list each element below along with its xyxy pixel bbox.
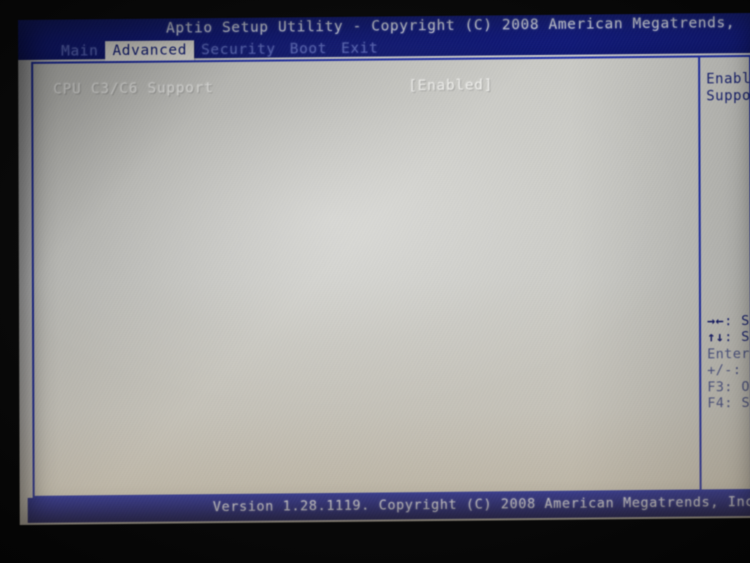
help-key-f3: F3: Opt bbox=[707, 378, 750, 396]
settings-list: CPU C3/C6 Support [Enabled] bbox=[33, 57, 699, 495]
help-description-line-2: Suppo bbox=[706, 87, 750, 105]
help-description-line-1: Enabl bbox=[706, 70, 750, 88]
version-copyright-text: Version 1.28.1119. Copyright (C) 2008 Am… bbox=[212, 493, 750, 516]
page-title: Aptio Setup Utility - Copyright (C) 2008… bbox=[166, 15, 736, 37]
help-key-select-screen-text: : Sel bbox=[724, 312, 750, 330]
help-key-select-item: ↑↓: Sel bbox=[707, 328, 750, 347]
help-key-enter: Enter: bbox=[707, 345, 750, 363]
help-key-select-item-text: : Sel bbox=[724, 329, 750, 346]
help-pane: Enabl Suppo →←: Sel ↑↓: Sel Enter: +/-: … bbox=[700, 57, 750, 489]
tab-security[interactable]: Security bbox=[194, 39, 283, 61]
help-description: Enabl Suppo bbox=[706, 69, 750, 105]
setting-value[interactable]: [Enabled] bbox=[408, 77, 493, 94]
up-down-arrow-icon: ↑↓ bbox=[707, 329, 725, 346]
tab-boot[interactable]: Boot bbox=[283, 38, 334, 59]
tab-exit[interactable]: Exit bbox=[334, 38, 385, 59]
help-key-select-screen: →←: Sel bbox=[707, 311, 750, 330]
help-key-change: +/-: Ch bbox=[707, 362, 750, 379]
monitor-photo: Aptio Setup Utility - Copyright (C) 2008… bbox=[0, 0, 750, 563]
setting-row-cpu-c3-c6-support[interactable]: CPU C3/C6 Support [Enabled] bbox=[53, 74, 673, 100]
bios-screen: Aptio Setup Utility - Copyright (C) 2008… bbox=[18, 12, 750, 526]
setting-label: CPU C3/C6 Support bbox=[53, 80, 214, 98]
help-key-f4: F4: Save bbox=[707, 394, 750, 412]
help-key-legend: →←: Sel ↑↓: Sel Enter: +/-: Ch F3: Opt F… bbox=[707, 311, 750, 412]
left-right-arrow-icon: →← bbox=[707, 313, 725, 330]
tab-main[interactable]: Main bbox=[54, 41, 105, 62]
tab-advanced[interactable]: Advanced bbox=[105, 39, 195, 62]
main-panel: CPU C3/C6 Support [Enabled] Enabl Suppo … bbox=[31, 54, 750, 498]
